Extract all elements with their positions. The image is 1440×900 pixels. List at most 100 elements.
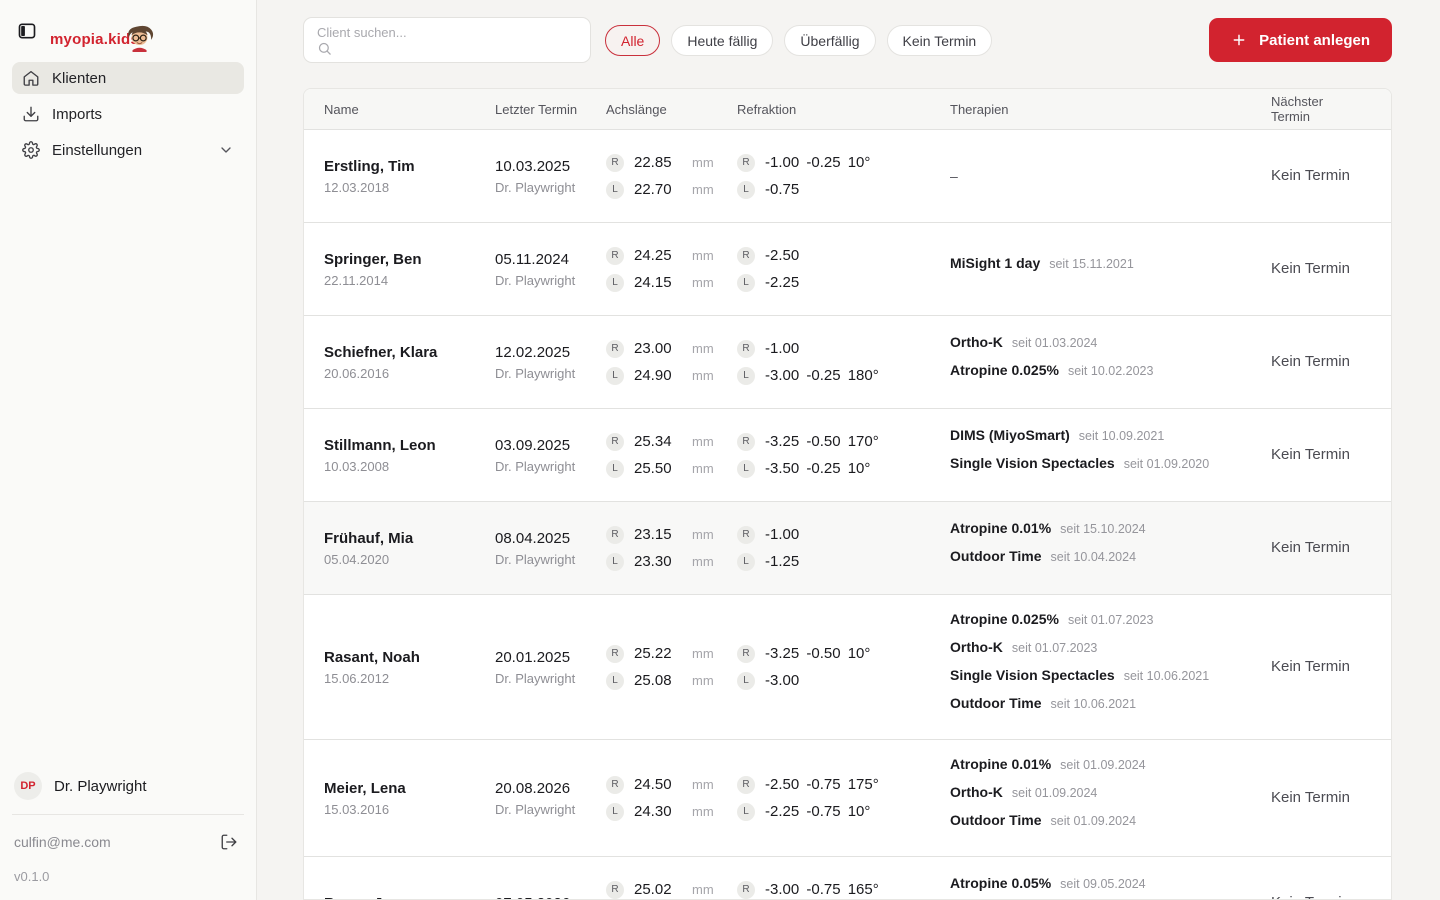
app-logo[interactable]: myopia.kids (50, 14, 169, 52)
patient-name: Stillmann, Leon (324, 436, 436, 454)
axial-length-value: 25.34 (634, 433, 672, 450)
therapy-since: seit 01.07.2023 (1011, 641, 1098, 655)
left-eye-badge: L (737, 671, 755, 690)
refraction-line: R -2.50 (737, 246, 938, 265)
table-row[interactable]: Stillmann, Leon 10.03.2008 03.09.2025 Dr. P… (304, 408, 1391, 501)
table-row[interactable]: Rasant, Noah 15.06.2012 20.01.2025 Dr. Play… (304, 594, 1391, 739)
therapies-cell: Atropine 0.025% seit 01.07.2023 Ortho-K sei… (950, 595, 1271, 739)
search-input[interactable] (317, 25, 580, 40)
table-row[interactable]: Meier, Lena 15.03.2016 20.08.2026 Dr. Playw… (304, 739, 1391, 856)
last-appointment-cell: 08.04.2025 Dr. Playwright (495, 530, 606, 567)
therapy-since: seit 01.09.2024 (1050, 814, 1137, 828)
unit-mm-label: mm (692, 275, 714, 290)
refraction-value: -2.50 (765, 247, 800, 264)
refraction-value: -1.00 (765, 340, 800, 357)
patient-name-cell: Springer, Ben 22.11.2014 (324, 251, 495, 288)
table-header: Name Letzter Termin Achslänge Refraktion… (304, 89, 1391, 129)
search-box[interactable] (303, 17, 591, 63)
unit-mm-label: mm (692, 673, 714, 688)
patient-name-cell: Meier, Lena 15.03.2016 (324, 780, 495, 817)
last-appointment-doctor: Dr. Playwright (495, 179, 576, 195)
therapy-since: seit 10.02.2023 (1067, 364, 1154, 378)
therapy-since: seit 09.05.2024 (1060, 877, 1146, 891)
toolbar: Alle Heute fällig Überfällig Kein Termin Pa… (303, 17, 1392, 63)
axial-length-line: R 25.22 mm (606, 644, 725, 663)
right-eye-badge: R (737, 525, 755, 544)
next-appointment-value: Kein Termin (1271, 658, 1350, 675)
last-appointment-date: 05.11.2024 (495, 250, 569, 268)
refraction-line: R -3.25 -0.50 170° (737, 432, 938, 451)
therapies-cell: Atropine 0.05%seit 09.05.2024DIMS (MiyoS… (950, 859, 1271, 899)
therapy-line: DIMS (MiyoSmart) seit 10.09.2021 (950, 427, 1271, 455)
last-appointment-cell: 20.01.2025 Dr. Playwright (495, 649, 606, 686)
last-appointment-date: 03.09.2025 (495, 436, 571, 454)
user-email: culfin@me.com (14, 834, 111, 850)
axial-length-cell: R25.02mmL (606, 880, 737, 900)
panel-toggle-icon (17, 21, 37, 41)
axial-length-line: L 22.70 mm (606, 180, 725, 199)
axial-length-cell: R 24.50 mm L 24.30 mm (606, 775, 737, 821)
unit-mm-label: mm (692, 777, 714, 792)
logout-button[interactable] (216, 829, 242, 855)
patient-birthdate: 15.03.2016 (324, 801, 390, 817)
filter-chip-alle[interactable]: Alle (605, 25, 661, 56)
refraction-line: R -3.00 -0.75 165° (737, 880, 938, 899)
table-body: Erstling, Tim 12.03.2018 10.03.2025 Dr. Pla… (304, 129, 1391, 900)
column-header-axial-length: Achslänge (606, 101, 667, 117)
user-profile[interactable]: DP Dr. Playwright (12, 766, 244, 814)
last-appointment-cell: 05.11.2024 Dr. Playwright (495, 251, 606, 288)
next-appointment-value: Kein Termin (1271, 894, 1350, 899)
therapy-line: Single Vision Spectacles seit 10.06.2021 (950, 667, 1271, 695)
filter-chip-heute-fällig[interactable]: Heute fällig (671, 25, 774, 56)
axial-length-line: R 23.15 mm (606, 525, 725, 544)
sidebar-item-klienten[interactable]: Klienten (12, 62, 244, 94)
right-eye-badge: R (606, 153, 624, 172)
patient-birthdate: 15.06.2012 (324, 670, 390, 686)
therapies-cell: DIMS (MiyoSmart) seit 10.09.2021 Single Vi… (950, 411, 1271, 499)
add-patient-button[interactable]: Patient anlegen (1209, 18, 1392, 62)
next-appointment-cell: Kein Termin (1271, 446, 1371, 464)
therapy-since: seit 01.09.2020 (1123, 457, 1210, 471)
next-appointment-cell: Kein Termin (1271, 260, 1371, 278)
sidebar-item-label: Klienten (52, 69, 107, 87)
axial-length-value: 23.15 (634, 526, 672, 543)
axial-length-cell: R 25.22 mm L 25.08 mm (606, 644, 737, 690)
left-eye-badge: L (606, 802, 624, 821)
filter-chip-group: Alle Heute fällig Überfällig Kein Termin (605, 25, 993, 56)
last-appointment-doctor: Dr. Playwright (495, 801, 576, 817)
last-appointment-doctor: Dr. Playwright (495, 551, 576, 567)
sidebar: myopia.kids Klienten Imports Einstellung… (0, 0, 257, 900)
therapy-since: seit 15.11.2021 (1049, 257, 1134, 271)
therapies-cell: Atropine 0.01% seit 01.09.2024 Ortho-K seit… (950, 740, 1271, 856)
therapy-name: MiSight 1 day (950, 255, 1041, 271)
therapies-cell: – (950, 152, 1271, 200)
table-row[interactable]: Frühauf, Mia 05.04.2020 08.04.2025 Dr. Play… (304, 501, 1391, 594)
refraction-line: R -2.50 -0.75 175° (737, 775, 938, 794)
next-appointment-cell: Kein Termin (1271, 539, 1371, 557)
refraction-cell: R-3.00 -0.75 165°L (737, 880, 950, 900)
axial-length-cell: R 23.15 mm L 23.30 mm (606, 525, 737, 571)
table-row[interactable]: Bauer, Jonas07.05.2026R25.02mmLR-3.00 -0… (304, 856, 1391, 900)
sidebar-item-imports[interactable]: Imports (12, 98, 244, 130)
axial-length-value: 24.30 (634, 803, 672, 820)
table-row[interactable]: Schiefner, Klara 20.06.2016 12.02.2025 Dr. … (304, 315, 1391, 408)
patient-birthdate: 10.03.2008 (324, 458, 390, 474)
sidebar-item-einstellungen[interactable]: Einstellungen (12, 134, 244, 166)
table-row[interactable]: Erstling, Tim 12.03.2018 10.03.2025 Dr. Pla… (304, 129, 1391, 222)
column-header-last-appointment: Letzter Termin (495, 101, 578, 117)
axial-length-line: L 24.90 mm (606, 366, 725, 385)
therapy-name: Single Vision Spectacles (950, 667, 1115, 683)
patient-name-cell: Rasant, Noah 15.06.2012 (324, 649, 495, 686)
next-appointment-value: Kein Termin (1271, 353, 1350, 370)
logout-icon (220, 833, 238, 851)
refraction-value: -3.00 (765, 672, 800, 689)
gear-icon (22, 141, 40, 159)
last-appointment-date: 12.02.2025 (495, 343, 571, 361)
sidebar-toggle-button[interactable] (14, 18, 40, 44)
refraction-value: -2.50 -0.75 175° (765, 776, 879, 793)
next-appointment-cell: Kein Termin (1271, 894, 1371, 899)
refraction-value: -1.00 -0.25 10° (765, 154, 871, 171)
table-row[interactable]: Springer, Ben 22.11.2014 05.11.2024 Dr. Pla… (304, 222, 1391, 315)
filter-chip-überfällig[interactable]: Überfällig (784, 25, 876, 56)
filter-chip-kein-termin[interactable]: Kein Termin (886, 25, 993, 56)
